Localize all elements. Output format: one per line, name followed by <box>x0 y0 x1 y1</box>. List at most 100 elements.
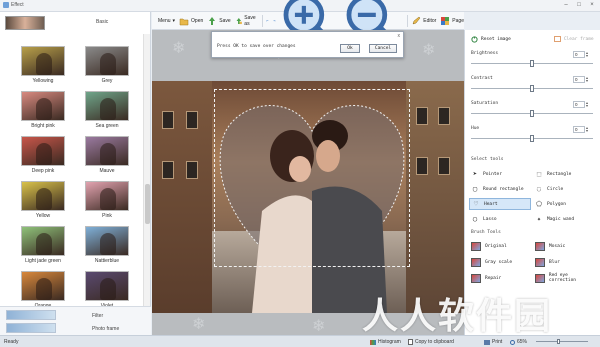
undo-icon[interactable] <box>266 15 269 27</box>
adjustment-slider-knob[interactable] <box>530 135 534 142</box>
save-button[interactable]: Save <box>207 16 231 26</box>
photo-window <box>186 161 198 179</box>
select-tool-lasso[interactable]: ◯ Lasso <box>469 213 531 225</box>
filter-thumbnail <box>21 136 65 166</box>
filter-label: Mauve <box>99 168 115 174</box>
brush-tool-blur[interactable]: Blur <box>535 256 597 268</box>
close-window-button[interactable]: × <box>586 1 598 10</box>
adjustment-value-input[interactable]: 0 <box>573 76 585 83</box>
brush-tool-red-eye-correction[interactable]: Red eye correction <box>535 272 597 284</box>
adjustment-row: Contrast 0 ▴ ▾ <box>469 76 597 96</box>
filter-item[interactable]: Mauve <box>81 136 133 176</box>
adjustment-label: Saturation <box>471 101 499 106</box>
select-tool-polygon[interactable]: ⬠ Polygon <box>533 198 595 210</box>
select-tool-label: Heart <box>484 201 498 207</box>
select-tool-circle[interactable]: ◌ Circle <box>533 183 595 195</box>
select-tool-label: Pointer <box>483 171 502 177</box>
histogram-button[interactable]: Histogram <box>370 339 401 345</box>
select-tool-round-rectangle[interactable]: ▢ Round rectangle <box>469 183 531 195</box>
ok-button[interactable]: Ok <box>340 44 360 53</box>
adjustment-value-input[interactable]: 0 <box>573 51 585 58</box>
maximize-button[interactable]: □ <box>573 1 585 10</box>
snowflake-pattern: ❄ <box>192 316 206 333</box>
select-tool-label: Round rectangle <box>483 186 524 192</box>
filter-item[interactable]: Yellowing <box>17 46 69 86</box>
brush-tool-gray-scale[interactable]: Gray scale <box>471 256 533 268</box>
brush-tool-repair[interactable]: Repair <box>471 272 533 284</box>
copy-clipboard-button[interactable]: Copy to clipboard <box>408 339 454 345</box>
adjustment-label: Hue <box>471 126 480 131</box>
filter-thumbnail <box>85 226 129 256</box>
print-button[interactable]: Print <box>484 339 502 345</box>
filter-item[interactable]: Deep pink <box>17 136 69 176</box>
save-icon <box>209 16 216 25</box>
filter-item[interactable]: Grey <box>81 46 133 86</box>
open-label: Open <box>191 17 204 24</box>
brush-tool-original[interactable]: Original <box>471 240 533 252</box>
reset-image-button[interactable]: Reset image <box>471 35 511 43</box>
brush-tool-mosaic[interactable]: Mosaic <box>535 240 597 252</box>
menu-button[interactable]: Menu ▾ <box>158 18 175 24</box>
tab-filter[interactable]: Filter <box>92 313 103 319</box>
adjustment-slider-knob[interactable] <box>530 85 534 92</box>
zoom-slider-knob[interactable] <box>556 339 560 344</box>
minimize-button[interactable]: – <box>560 1 572 10</box>
page-label: Page <box>452 17 464 24</box>
category-thumbnail[interactable] <box>5 16 45 30</box>
zoom-icon <box>510 339 515 345</box>
snowflake-pattern: ❄ <box>312 318 326 335</box>
tab-photo-frame[interactable]: Photo frame <box>92 326 119 332</box>
filter-item[interactable]: Nattierblue <box>81 226 133 266</box>
editor-button[interactable]: Editor <box>411 16 436 26</box>
adjustment-value-input[interactable]: 0 <box>573 101 585 108</box>
filter-item[interactable]: Pink <box>81 181 133 221</box>
main-toolbar: Menu ▾ Open Save Save as Editor Page <box>152 0 464 47</box>
editor-label: Editor <box>423 17 437 24</box>
filter-thumbnail <box>85 271 129 301</box>
page-icon <box>441 16 450 25</box>
filter-scrollbar[interactable] <box>143 34 150 306</box>
brush-icon <box>471 257 481 267</box>
photo-window <box>162 111 174 129</box>
filter-item[interactable]: Sea green <box>81 91 133 131</box>
selection-rectangle[interactable] <box>214 89 410 267</box>
chevron-down-icon: ▾ <box>172 17 176 24</box>
save-as-button[interactable]: Save as <box>235 15 258 27</box>
brush-tool-label: Gray scale <box>485 259 513 265</box>
print-icon <box>484 339 490 345</box>
spinner-arrows-icon[interactable]: ▴ ▾ <box>586 51 591 58</box>
photo-frame-tab-thumb[interactable] <box>6 323 56 333</box>
filter-item[interactable]: Light jade green <box>17 226 69 266</box>
spinner-arrows-icon[interactable]: ▴ ▾ <box>586 126 591 133</box>
scrollbar-thumb[interactable] <box>145 184 150 224</box>
redo-icon[interactable] <box>273 15 276 27</box>
brush-icon <box>471 273 481 283</box>
select-tool-rectangle[interactable]: ⬚ Rectangle <box>533 168 595 180</box>
spinner-arrows-icon[interactable]: ▴ ▾ <box>586 101 591 108</box>
photo-window <box>186 111 198 129</box>
adjustment-value-input[interactable]: 0 <box>573 126 585 133</box>
adjustment-slider-knob[interactable] <box>530 110 534 117</box>
filter-item[interactable]: Violet <box>81 271 133 306</box>
cancel-button[interactable]: Cancel <box>369 44 397 53</box>
adjustment-slider-knob[interactable] <box>530 60 534 67</box>
filter-item[interactable]: Bright pink <box>17 91 69 131</box>
page-button[interactable]: Page <box>440 16 464 26</box>
select-tool-pointer[interactable]: ➤ Pointer <box>469 168 531 180</box>
clear-frame-button[interactable]: Clear frame <box>553 36 594 42</box>
filter-item[interactable]: Yellow <box>17 181 69 221</box>
edited-photo[interactable] <box>152 81 464 313</box>
open-button[interactable]: Open <box>179 16 203 26</box>
brush-icon <box>471 241 481 251</box>
dialog-close-button[interactable]: x <box>398 33 401 39</box>
spinner-arrows-icon[interactable]: ▴ ▾ <box>586 76 591 83</box>
effects-panel: Basic Yellowing Grey Bright pink Sea green D… <box>0 12 151 336</box>
round-rectangle-icon: ▢ <box>472 185 478 193</box>
zoom-slider[interactable] <box>536 341 588 342</box>
lasso-icon: ◯ <box>472 215 478 223</box>
select-tool-heart[interactable]: ♡ Heart <box>469 198 531 210</box>
filter-item[interactable]: Orange <box>17 271 69 306</box>
filter-tab-thumb[interactable] <box>6 310 56 320</box>
select-tool-magic-wand[interactable]: ✦ Magic wand <box>533 213 595 225</box>
category-tab-bar: Basic <box>0 12 151 34</box>
